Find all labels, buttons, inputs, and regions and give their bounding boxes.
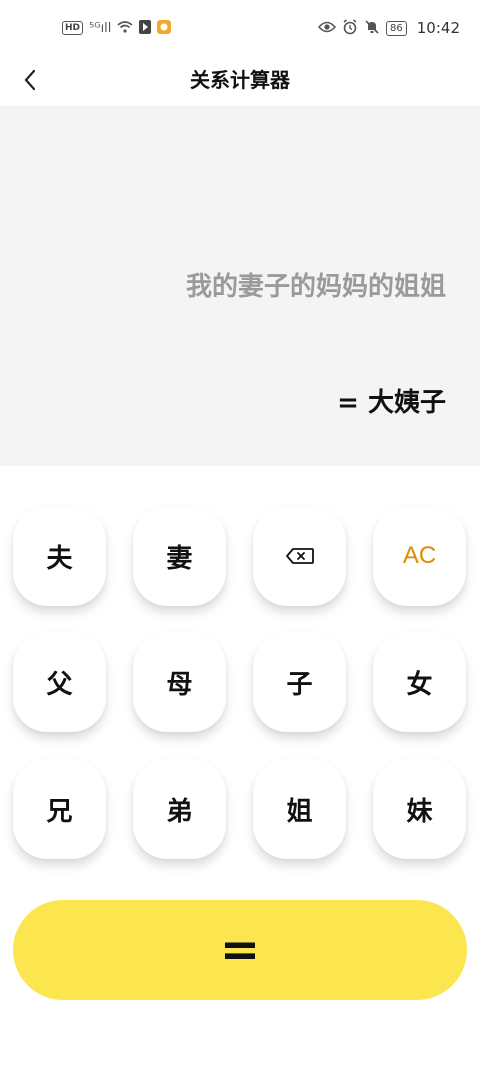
relation-result: = 大姨子 [337, 388, 446, 418]
equals-button[interactable]: = [13, 900, 467, 1000]
key-wife[interactable]: 妻 [133, 506, 226, 606]
app-notification-icon [139, 19, 152, 37]
status-bar: HD ⁵ᴳıll 86 10:42 [0, 0, 480, 56]
cell-signal-icon: ⁵ᴳıll [89, 20, 112, 36]
key-elder-brother[interactable]: 兄 [13, 759, 106, 859]
key-father[interactable]: 父 [13, 632, 106, 732]
key-younger-sister[interactable]: 妹 [373, 759, 466, 859]
wifi-icon [117, 20, 133, 36]
alarm-icon [342, 18, 358, 38]
battery-indicator: 86 [386, 20, 407, 36]
backspace-button[interactable] [253, 506, 346, 606]
clock: 10:42 [416, 19, 460, 37]
relation-expression: 我的妻子的妈妈的姐姐 [185, 272, 446, 302]
clear-all-button[interactable]: AC [373, 506, 466, 606]
key-son[interactable]: 子 [253, 632, 346, 732]
mute-bell-icon [364, 19, 380, 38]
backspace-icon [285, 548, 314, 564]
app-bar: 关系计算器 [0, 56, 480, 106]
key-husband[interactable]: 夫 [13, 506, 106, 606]
key-mother[interactable]: 母 [133, 632, 226, 732]
page-title: 关系计算器 [190, 68, 290, 92]
app-badge-icon [157, 19, 172, 37]
key-elder-sister[interactable]: 姐 [253, 759, 346, 859]
key-daughter[interactable]: 女 [373, 632, 466, 732]
result-display: 我的妻子的妈妈的姐姐 = 大姨子 [0, 106, 480, 466]
hd-indicator: HD [62, 21, 84, 35]
eye-icon [318, 21, 337, 36]
key-younger-brother[interactable]: 弟 [133, 759, 226, 859]
